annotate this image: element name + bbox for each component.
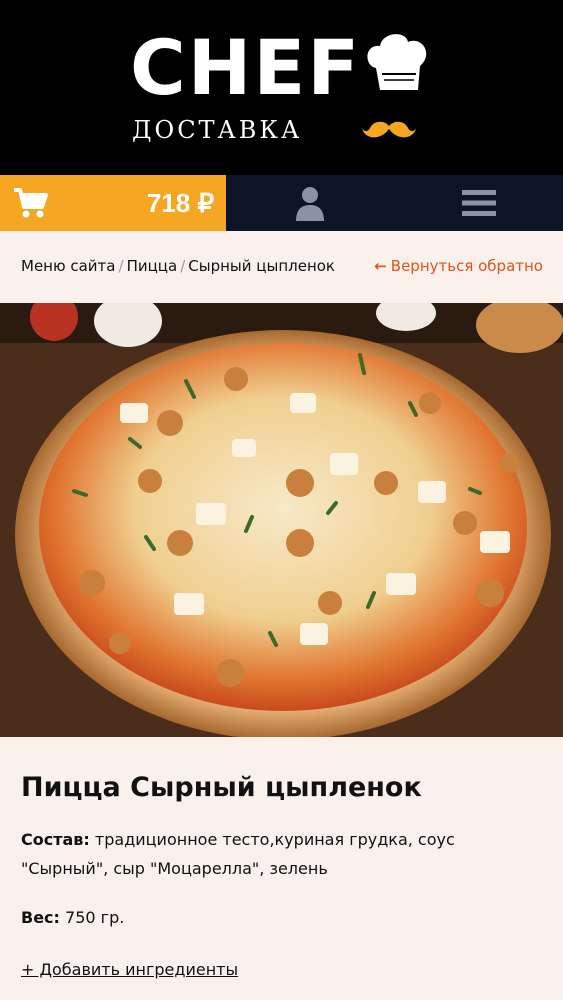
cart-button[interactable]: 718 ₽: [0, 175, 226, 231]
mustache-icon: [362, 121, 416, 138]
add-ingredients-link[interactable]: + Добавить ингредиенты: [21, 958, 238, 982]
product-title: Пицца Сырный цыпленок: [21, 772, 422, 803]
chef-logo[interactable]: CHEF ДОСТАВКА: [130, 28, 435, 148]
breadcrumb-separator: /: [118, 257, 124, 275]
breadcrumb-menu[interactable]: Меню сайта: [21, 257, 116, 275]
product-weight: Вес: 750 гр.: [21, 906, 542, 930]
menu-icon: [461, 190, 496, 216]
back-link[interactable]: ← Вернуться обратно: [374, 257, 543, 275]
breadcrumb: Меню сайта / Пицца / Сырный цыпленок: [21, 257, 335, 275]
breadcrumb-pizza[interactable]: Пицца: [127, 257, 178, 275]
product-photo: [0, 303, 563, 737]
product-composition: Состав: традиционное тесто,куриная грудк…: [21, 825, 542, 883]
navbar: 718 ₽: [0, 175, 563, 231]
account-button[interactable]: [226, 175, 395, 231]
menu-button[interactable]: [395, 175, 563, 231]
logo-word: CHEF: [130, 23, 362, 112]
back-label: Вернуться обратно: [390, 257, 543, 275]
chef-hat-icon: [367, 34, 427, 90]
weight-label: Вес:: [21, 908, 60, 927]
product-details: Пицца Сырный цыпленок Состав: традиционн…: [0, 771, 563, 982]
cart-icon: [14, 188, 48, 218]
arrow-left-icon: ←: [374, 257, 387, 275]
site-header: CHEF ДОСТАВКА: [0, 0, 563, 175]
weight-value: 750 гр.: [65, 908, 125, 927]
logo-subtitle: ДОСТАВКА: [132, 116, 303, 144]
user-icon: [296, 187, 325, 221]
cart-total: 718 ₽: [146, 188, 214, 218]
nav-right: [226, 175, 563, 231]
pizza-image: [0, 303, 563, 737]
breadcrumb-separator: /: [180, 257, 186, 275]
composition-label: Состав:: [21, 830, 90, 849]
breadcrumb-bar: Меню сайта / Пицца / Сырный цыпленок ← Вернут…: [0, 231, 563, 303]
breadcrumb-current: Сырный цыпленок: [188, 257, 335, 275]
